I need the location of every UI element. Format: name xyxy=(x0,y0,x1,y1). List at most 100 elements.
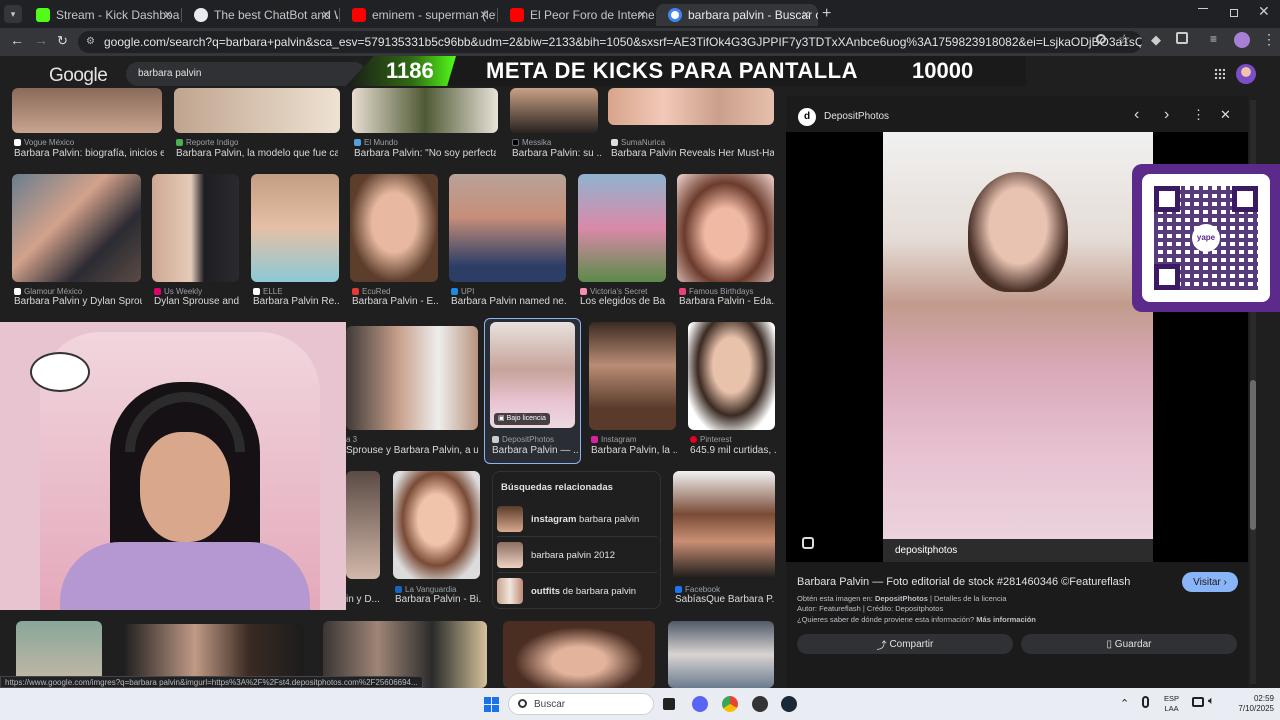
image-result[interactable] xyxy=(12,174,141,282)
search-input[interactable]: barbara palvin xyxy=(126,62,366,86)
network-icon[interactable] xyxy=(1192,697,1204,707)
tab-search-menu-icon[interactable]: ▾ xyxy=(4,5,22,23)
next-image-icon[interactable]: › xyxy=(1164,106,1169,124)
media-control-icon[interactable]: ≡ xyxy=(1210,32,1217,46)
image-result[interactable] xyxy=(510,88,598,133)
tab-close-icon[interactable]: × xyxy=(322,6,330,22)
image-result[interactable] xyxy=(251,174,339,282)
result-caption[interactable]: Barbara Palvin — ... xyxy=(492,445,578,456)
tab-eminem-superman[interactable]: eminem - superman (letra espa × xyxy=(340,4,496,26)
image-result[interactable] xyxy=(12,88,162,133)
result-caption[interactable]: Sprouse y Barbara Palvin, a un ... xyxy=(346,445,478,456)
result-caption[interactable]: Barbara Palvin - Eda... xyxy=(679,296,775,307)
google-logo[interactable]: Google xyxy=(49,65,108,87)
result-caption[interactable]: in y D... xyxy=(346,594,380,605)
tab-close-icon[interactable]: × xyxy=(802,6,810,22)
image-result[interactable] xyxy=(346,471,380,579)
panel-site-name[interactable]: DepositPhotos xyxy=(824,111,889,122)
profile-avatar[interactable] xyxy=(1234,32,1250,48)
image-result[interactable] xyxy=(677,174,774,282)
image-result[interactable] xyxy=(668,621,774,688)
address-bar[interactable]: ⚙ google.com/search?q=barbara+palvin&sca… xyxy=(78,31,1142,53)
reload-icon[interactable]: ↻ xyxy=(57,33,68,49)
image-result[interactable] xyxy=(174,88,340,133)
zoom-search-icon[interactable] xyxy=(1096,34,1106,44)
result-caption[interactable]: Barbara Palvin: "No soy perfecta, ... xyxy=(354,148,496,159)
image-result[interactable] xyxy=(350,174,438,282)
account-avatar[interactable] xyxy=(1236,64,1256,84)
new-tab-button[interactable]: + xyxy=(822,5,831,23)
result-caption[interactable]: Barbara Palvin Reveals Her Must-Have... xyxy=(611,148,774,159)
obtained-site-link[interactable]: DepositPhotos xyxy=(875,594,928,603)
result-caption[interactable]: 645.9 mil curtidas, ... xyxy=(690,445,776,456)
result-caption[interactable]: Barbara Palvin: su ... xyxy=(512,148,602,159)
tab-close-icon[interactable]: × xyxy=(638,6,646,22)
start-windows-icon[interactable] xyxy=(484,697,499,712)
license-details-link[interactable]: | Detalles de la licencia xyxy=(928,594,1007,603)
result-caption[interactable]: Barbara Palvin, la ... xyxy=(591,445,677,456)
steam-app-icon[interactable] xyxy=(781,696,797,712)
site-info-icon[interactable]: ⚙ xyxy=(86,31,95,53)
result-caption[interactable]: Barbara Palvin - Bi... xyxy=(395,594,481,605)
clock[interactable]: 02:59 7/10/2025 xyxy=(1224,694,1274,714)
image-result[interactable] xyxy=(673,471,775,579)
more-info-link[interactable]: Más información xyxy=(976,615,1036,624)
tab-peor-foro[interactable]: El Peor Foro de Internet: GC - Y × xyxy=(498,4,654,26)
image-result[interactable] xyxy=(449,174,566,282)
taskbar-search[interactable]: Buscar xyxy=(508,693,654,715)
result-caption[interactable]: Barbara Palvin Re... xyxy=(253,296,339,307)
microphone-icon[interactable] xyxy=(1142,696,1149,708)
obs-app-icon[interactable] xyxy=(752,696,768,712)
result-caption[interactable]: Dylan Sprouse and... xyxy=(154,296,240,307)
related-search-item[interactable]: instagram barbara palvin xyxy=(497,504,657,534)
task-view-icon[interactable] xyxy=(663,698,675,710)
forward-icon[interactable]: → xyxy=(34,32,48,48)
preview-image[interactable]: depositphotos xyxy=(883,132,1153,562)
result-caption[interactable]: SabíasQue Barbara P... xyxy=(675,594,775,605)
image-result[interactable] xyxy=(589,322,676,430)
close-panel-icon[interactable]: ✕ xyxy=(1220,107,1231,123)
minimize-icon[interactable] xyxy=(1198,8,1208,9)
volume-icon[interactable]: 🔈︎ xyxy=(1208,695,1215,708)
visit-button[interactable]: Visitar › xyxy=(1182,572,1238,592)
result-caption[interactable]: Barbara Palvin named ne... xyxy=(451,296,567,307)
save-button[interactable]: ▯ Guardar xyxy=(1021,634,1237,654)
result-caption[interactable]: Barbara Palvin y Dylan Sprou... xyxy=(14,296,142,307)
tab-close-icon[interactable]: × xyxy=(480,6,488,22)
image-result[interactable] xyxy=(346,326,478,430)
tab-chatbot-widgets[interactable]: The best ChatBot and Widgets × xyxy=(182,4,338,26)
discord-app-icon[interactable] xyxy=(692,696,708,712)
lens-search-icon[interactable] xyxy=(802,537,814,549)
image-result[interactable] xyxy=(393,471,480,579)
chrome-app-icon[interactable] xyxy=(722,696,738,712)
result-caption[interactable]: Los elegidos de Ba... xyxy=(580,296,666,307)
tab-google-search[interactable]: barbara palvin - Buscar con Go × xyxy=(656,4,818,26)
result-caption[interactable]: Barbara Palvin - E... xyxy=(352,296,438,307)
apps-grid-icon[interactable] xyxy=(1214,68,1225,79)
tab-close-icon[interactable]: × xyxy=(164,6,172,22)
related-search-item[interactable]: outfits de barbara palvin xyxy=(497,576,657,606)
close-window-icon[interactable]: ✕ xyxy=(1258,3,1270,20)
panel-title[interactable]: Barbara Palvin — Foto editorial de stock… xyxy=(797,576,1167,588)
restore-icon[interactable] xyxy=(1230,9,1238,17)
share-button[interactable]: ⤴ Compartir xyxy=(797,634,1013,654)
image-result[interactable] xyxy=(152,174,239,282)
tab-kick-dashboard[interactable]: Stream - Kick Dashboard × xyxy=(24,4,180,26)
image-result[interactable] xyxy=(503,621,655,688)
more-options-icon[interactable]: ⋮ xyxy=(1192,107,1205,123)
back-icon[interactable]: ← xyxy=(10,32,24,48)
extensions-puzzle-icon[interactable] xyxy=(1176,32,1188,44)
result-caption[interactable]: Barbara Palvin, la modelo que fue catal.… xyxy=(176,148,338,159)
language-indicator[interactable]: ESP LAA xyxy=(1164,694,1179,714)
image-result[interactable] xyxy=(608,88,774,125)
browser-menu-icon[interactable]: ⋮ xyxy=(1262,31,1276,48)
image-result[interactable] xyxy=(688,322,775,430)
image-result[interactable] xyxy=(578,174,666,282)
previous-image-icon[interactable]: ‹ xyxy=(1134,106,1139,124)
result-caption[interactable]: Barbara Palvin: biografía, inicios en ..… xyxy=(14,148,164,159)
image-result[interactable] xyxy=(352,88,498,133)
tray-overflow-icon[interactable]: ⌃ xyxy=(1120,697,1129,710)
bookmark-star-icon[interactable]: ☆ xyxy=(1118,31,1131,48)
related-search-item[interactable]: barbara palvin 2012 xyxy=(497,540,657,570)
extension-icon[interactable]: ◆ xyxy=(1151,32,1161,48)
